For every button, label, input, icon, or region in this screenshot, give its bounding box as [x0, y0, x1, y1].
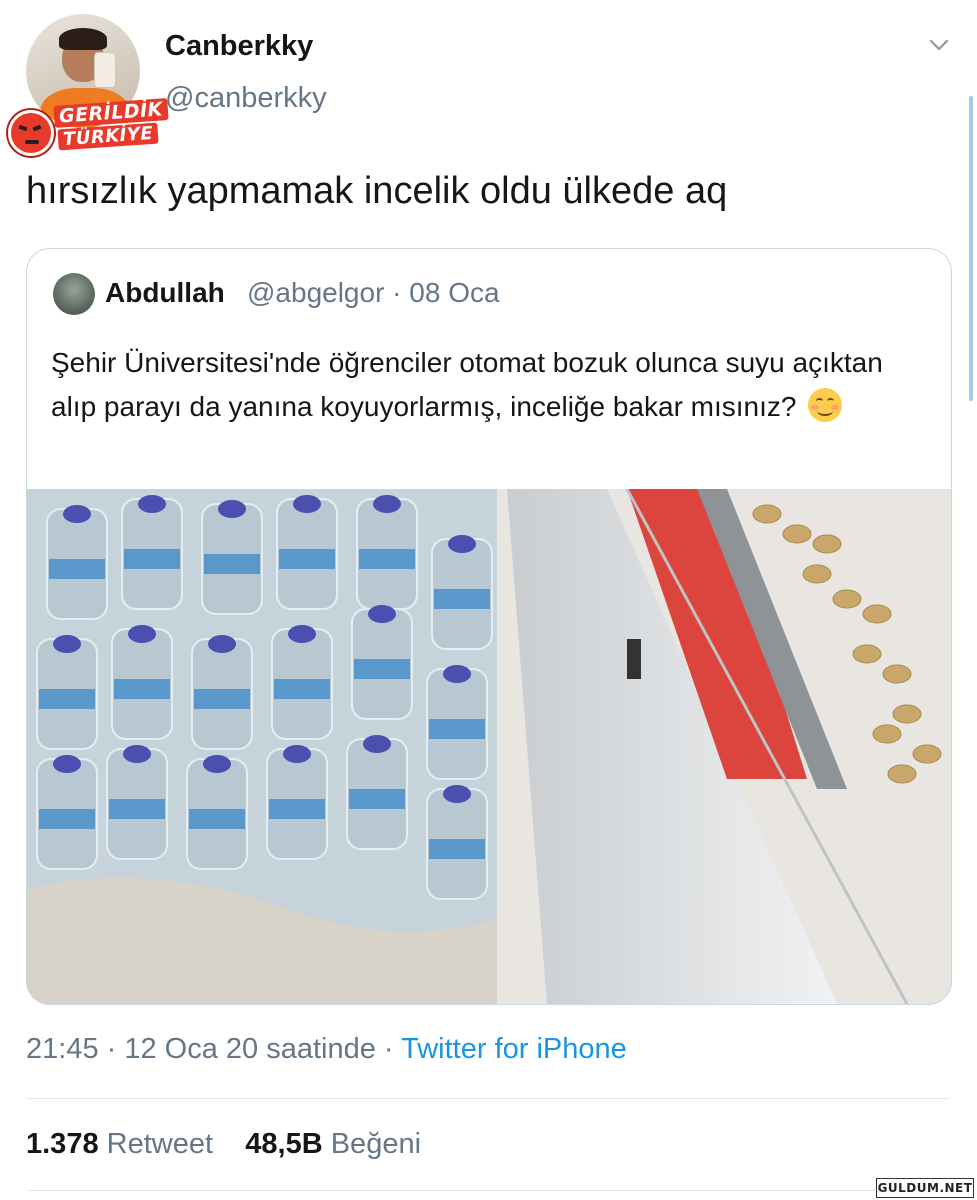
- tweet-source-link[interactable]: Twitter for iPhone: [401, 1033, 627, 1065]
- author-handle[interactable]: @canberkky: [165, 82, 327, 115]
- logo-text-bottom: TÜRKİYE: [57, 122, 159, 151]
- like-count[interactable]: 48,5B: [245, 1128, 322, 1160]
- divider: [26, 1098, 950, 1099]
- geril-dik-logo: GERİLDİK TÜRKİYE: [4, 96, 169, 158]
- site-watermark: GULDUM.NET: [876, 1178, 974, 1198]
- tweet-stats: 1.378 Retweet 48,5B Beğeni: [26, 1128, 421, 1161]
- avatar-phone: [94, 52, 116, 88]
- quoted-author-avatar[interactable]: [53, 273, 95, 315]
- author-display-name[interactable]: Canberkky: [165, 30, 313, 63]
- chevron-down-icon[interactable]: [928, 36, 950, 54]
- quoted-tweet-photo[interactable]: [27, 489, 951, 1004]
- like-label[interactable]: Beğeni: [331, 1128, 421, 1160]
- quoted-author-handle-date: @abgelgor · 08 Oca: [247, 277, 500, 308]
- divider: [26, 1190, 950, 1191]
- retweet-label[interactable]: Retweet: [107, 1128, 213, 1160]
- scrollbar[interactable]: [969, 96, 973, 401]
- quoted-tweet-card[interactable]: Abdullah @abgelgor · 08 Oca Şehir Üniver…: [26, 248, 952, 1005]
- smiling-face-emoji-icon: [808, 388, 843, 422]
- avatar-hair: [59, 28, 107, 50]
- tweet-text: hırsızlık yapmamak incelik oldu ülkede a…: [26, 170, 728, 212]
- tweet-meta: 21:45 · 12 Oca 20 saatinde · Twitter for…: [26, 1033, 627, 1066]
- quoted-author-name[interactable]: Abdullah: [105, 277, 225, 309]
- quoted-tweet-body: Şehir Üniversitesi'nde öğrenciler otomat…: [51, 347, 883, 422]
- retweet-count[interactable]: 1.378: [26, 1128, 99, 1160]
- tweet-timestamp: 21:45 · 12 Oca 20 saatinde ·: [26, 1033, 402, 1065]
- angry-face-icon: [8, 110, 54, 156]
- quoted-tweet-text: Şehir Üniversitesi'nde öğrenciler otomat…: [51, 341, 931, 429]
